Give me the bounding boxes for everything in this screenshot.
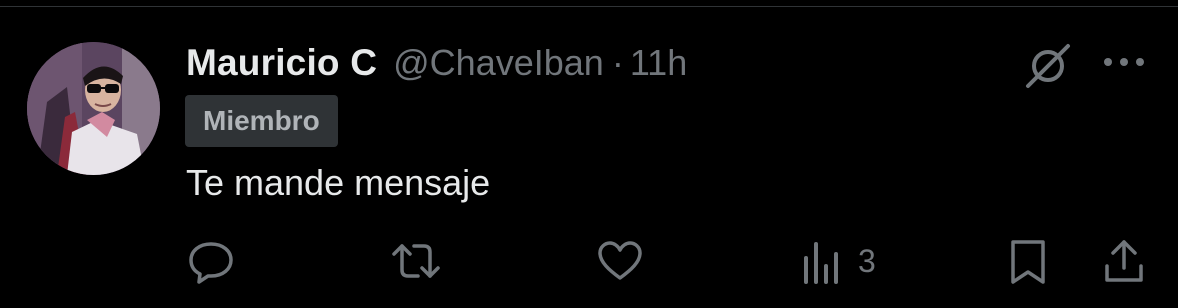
bookmark-icon xyxy=(1011,240,1045,284)
repost-button[interactable] xyxy=(388,234,444,288)
grok-icon[interactable] xyxy=(1024,40,1074,90)
like-button[interactable] xyxy=(595,234,645,288)
avatar[interactable] xyxy=(27,42,160,175)
repost-icon xyxy=(392,244,440,278)
views-count: 3 xyxy=(858,242,876,279)
member-badge: Miembro xyxy=(185,95,338,147)
display-name[interactable]: Mauricio C xyxy=(186,42,377,84)
analytics-icon xyxy=(804,242,838,284)
separator-dot: · xyxy=(611,42,624,83)
timestamp[interactable]: 11h xyxy=(630,42,687,84)
reply-button[interactable] xyxy=(186,234,236,288)
views-button[interactable]: 3 xyxy=(800,234,876,288)
tweet-header: Mauricio C @ChaveIban · 11h xyxy=(186,38,687,88)
top-divider xyxy=(0,6,1178,7)
share-icon xyxy=(1105,240,1143,282)
heart-icon xyxy=(598,241,642,280)
user-handle[interactable]: @ChaveIban xyxy=(393,42,604,84)
avatar-image xyxy=(27,42,160,175)
share-button[interactable] xyxy=(1099,234,1149,288)
bookmark-button[interactable] xyxy=(1003,234,1053,288)
reply-icon xyxy=(189,242,233,284)
more-icon[interactable] xyxy=(1100,48,1150,78)
tweet-text: Te mande mensaje xyxy=(186,162,491,203)
